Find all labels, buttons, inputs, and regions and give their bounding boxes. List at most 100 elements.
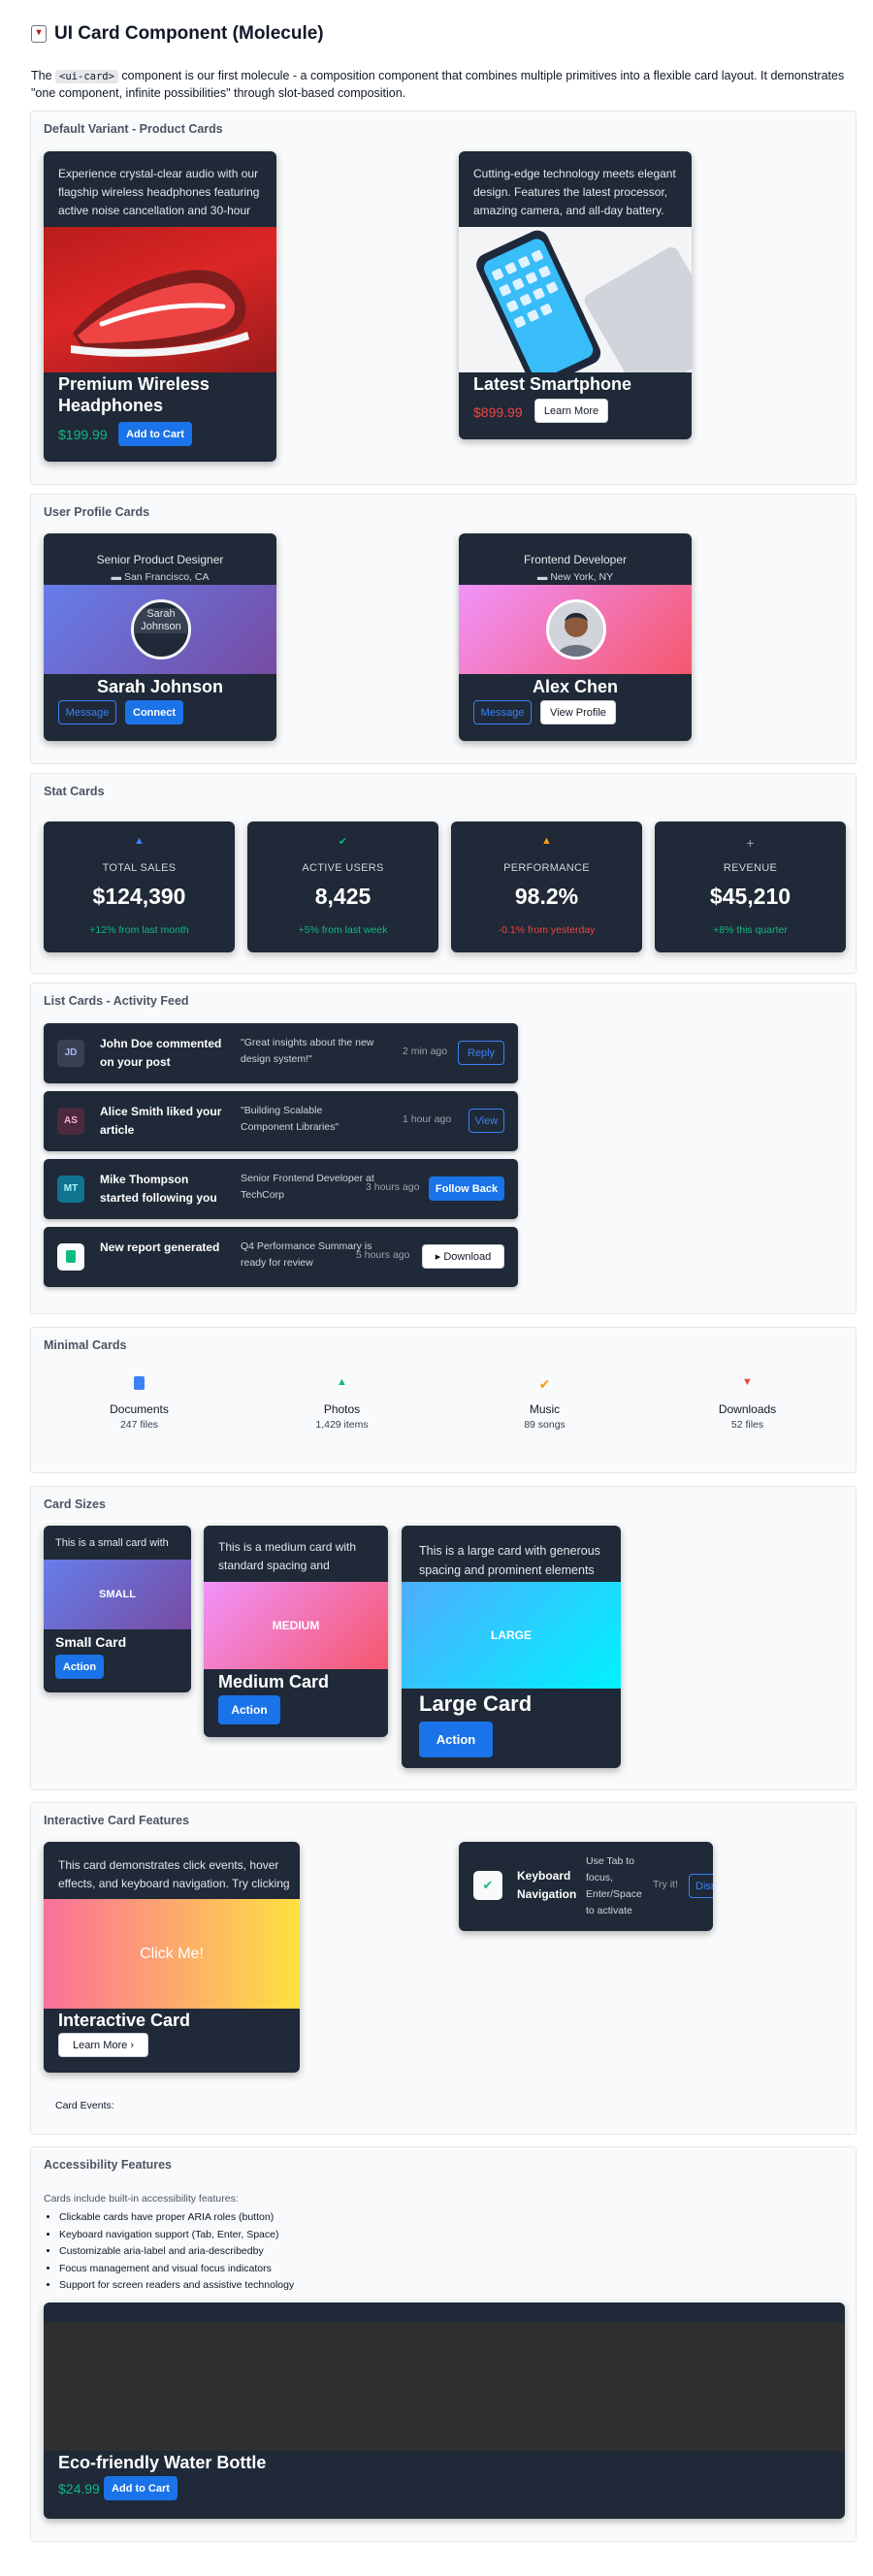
section-title: Accessibility Features: [44, 2158, 173, 2172]
profile-card-sarah[interactable]: Senior Product Designer ▬ San Francisco,…: [44, 533, 276, 741]
list-item-message: Q4 Performance Summary is ready for revi…: [241, 1240, 372, 1269]
minimal-card-downloads[interactable]: ▼ Downloads 52 files: [648, 1376, 847, 1431]
reply-button[interactable]: Reply: [458, 1041, 504, 1065]
download-button-label: Download: [443, 1251, 492, 1263]
product-price: $199.99: [58, 427, 108, 442]
profile-name: Sarah Johnson: [96, 677, 224, 696]
product-description: Cutting-edge technology meets elegant de…: [473, 167, 676, 217]
stat-label: TOTAL SALES: [102, 862, 177, 874]
stat-change: +12% from last month: [89, 924, 189, 936]
connect-button[interactable]: Connect: [125, 700, 183, 724]
learn-more-button[interactable]: Learn More: [534, 399, 608, 423]
card-media-label: LARGE: [491, 1628, 532, 1642]
add-to-cart-button[interactable]: Add to Cart: [118, 422, 192, 446]
product-price: $24.99: [58, 2481, 100, 2496]
intro-text-start: The: [31, 69, 52, 82]
check-icon: ✔: [247, 835, 438, 848]
water-bottle-product-card[interactable]: Eco-friendly Water Bottle $24.99 Add to …: [44, 2302, 845, 2519]
view-button[interactable]: View: [469, 1109, 504, 1133]
small-card[interactable]: This is a small card with compact spacin…: [44, 1526, 191, 1692]
smartphone-product-image: [459, 227, 692, 372]
keyboard-navigation-card[interactable]: ✔ Keyboard Navigation Use Tab to focus, …: [459, 1842, 713, 1931]
document-glyph: [134, 1376, 145, 1390]
avatar: Sarah Johnson: [131, 599, 191, 660]
action-button[interactable]: Action: [419, 1722, 493, 1757]
large-card[interactable]: This is a large card with generous spaci…: [402, 1526, 621, 1768]
stat-card-active-users: ✔ ACTIVE USERS 8,425 +5% from last week: [247, 821, 438, 952]
accessibility-feature-list: Clickable cards have proper ARIA roles (…: [59, 2209, 294, 2295]
minimal-cards-section: Minimal Cards Documents 247 files ▲ Phot…: [30, 1327, 857, 1473]
list-item[interactable]: AS Alice Smith liked your article "Build…: [44, 1091, 518, 1151]
product-card-smartphone[interactable]: Cutting-edge technology meets elegant de…: [459, 151, 692, 439]
list-item-time: 2 min ago: [403, 1046, 448, 1057]
card-text: This is a large card with generous spaci…: [419, 1544, 600, 1577]
list-item-title: New report generated: [100, 1240, 220, 1254]
stat-card-performance: ▲ PERFORMANCE 98.2% -0.1% from yesterday: [451, 821, 642, 952]
card-text: This card demonstrates click events, hov…: [58, 1858, 290, 1890]
minimal-card-title: Documents: [110, 1402, 169, 1416]
person-photo-icon: [549, 602, 603, 657]
learn-more-label: Learn More: [73, 2039, 128, 2051]
smartphone-image: [476, 230, 692, 372]
card-title: Small Card: [55, 1634, 127, 1650]
card-media-label: SMALL: [99, 1589, 136, 1600]
checkmark-icon: ✔: [445, 1376, 644, 1394]
music-glyph: ✔: [538, 1376, 551, 1392]
dismiss-button[interactable]: Dismiss: [689, 1874, 713, 1898]
stat-change: +5% from last week: [298, 924, 388, 936]
list-item-message: "Great insights about the new design sys…: [241, 1037, 374, 1065]
avatar-alt-text: Sarah Johnson: [134, 608, 188, 633]
product-card-headphones[interactable]: Experience crystal-clear audio with our …: [44, 151, 276, 462]
try-it-hint: Try it!: [653, 1879, 678, 1890]
card-title: Large Card: [419, 1691, 533, 1716]
user-avatar-icon: AS: [57, 1108, 84, 1135]
list-item-time: 5 hours ago: [356, 1249, 410, 1261]
keyboard-card-title: Keyboard Navigation: [517, 1869, 577, 1901]
section-title: Card Sizes: [44, 1497, 106, 1511]
message-button[interactable]: Message: [473, 700, 532, 724]
click-me-label: Click Me!: [140, 1946, 204, 1962]
minimal-card-music[interactable]: ✔ Music 89 songs: [445, 1376, 644, 1431]
message-button[interactable]: Message: [58, 700, 116, 724]
list-item: Support for screen readers and assistive…: [59, 2277, 294, 2295]
product-title: Eco-friendly Water Bottle: [58, 2453, 267, 2472]
action-button[interactable]: Action: [218, 1695, 280, 1724]
follow-back-button[interactable]: Follow Back: [429, 1176, 504, 1201]
location-pin-icon: ▬: [536, 571, 551, 583]
photos-glyph: ▲: [337, 1376, 347, 1388]
minimal-card-photos[interactable]: ▲ Photos 1,429 items: [242, 1376, 441, 1431]
stat-value: $124,390: [92, 884, 186, 909]
card-events-label: Card Events:: [55, 2100, 114, 2111]
list-item-title: Alice Smith liked your article: [100, 1105, 222, 1137]
profile-card-alex[interactable]: Frontend Developer ▬ New York, NY Alex C…: [459, 533, 692, 741]
arrow-up-icon: ▲: [44, 835, 235, 847]
card-media-label: MEDIUM: [272, 1619, 320, 1632]
interactive-card[interactable]: This card demonstrates click events, hov…: [44, 1842, 300, 2073]
profile-location-text: San Francisco, CA: [123, 571, 210, 583]
list-item: Focus management and visual focus indica…: [59, 2261, 294, 2278]
add-to-cart-button[interactable]: Add to Cart: [104, 2476, 178, 2500]
list-item-message: "Building Scalable Component Libraries": [241, 1105, 340, 1133]
user-avatar-icon: MT: [57, 1175, 84, 1203]
document-icon: [40, 1376, 239, 1394]
arrow-up-icon: ▲: [451, 835, 642, 847]
product-description: Experience crystal-clear audio with our …: [58, 167, 260, 217]
list-item[interactable]: JD John Doe commented on your post "Grea…: [44, 1023, 518, 1083]
card-text: This is a medium card with standard spac…: [218, 1540, 357, 1572]
card-text: This is a small card with compact spacin…: [55, 1537, 169, 1549]
minimal-card-documents[interactable]: Documents 247 files: [40, 1376, 239, 1431]
download-button[interactable]: ▸ Download: [422, 1244, 504, 1269]
section-title: Stat Cards: [44, 785, 105, 798]
medium-card[interactable]: This is a medium card with standard spac…: [204, 1526, 388, 1737]
learn-more-button[interactable]: Learn More ›: [58, 2033, 148, 2057]
list-item[interactable]: MT Mike Thompson started following you S…: [44, 1159, 518, 1219]
list-item[interactable]: New report generated Q4 Performance Summ…: [44, 1227, 518, 1287]
action-button[interactable]: Action: [55, 1655, 104, 1679]
red-sneaker-image: [71, 270, 249, 357]
minimal-card-count: 52 files: [730, 1419, 764, 1431]
profile-location: ▬ San Francisco, CA: [44, 571, 276, 583]
view-profile-button[interactable]: View Profile: [540, 700, 616, 724]
page-title-text: UI Card Component (Molecule): [54, 23, 324, 44]
minimal-card-count: 89 songs: [524, 1419, 566, 1431]
location-pin-icon: ▬: [111, 571, 124, 583]
